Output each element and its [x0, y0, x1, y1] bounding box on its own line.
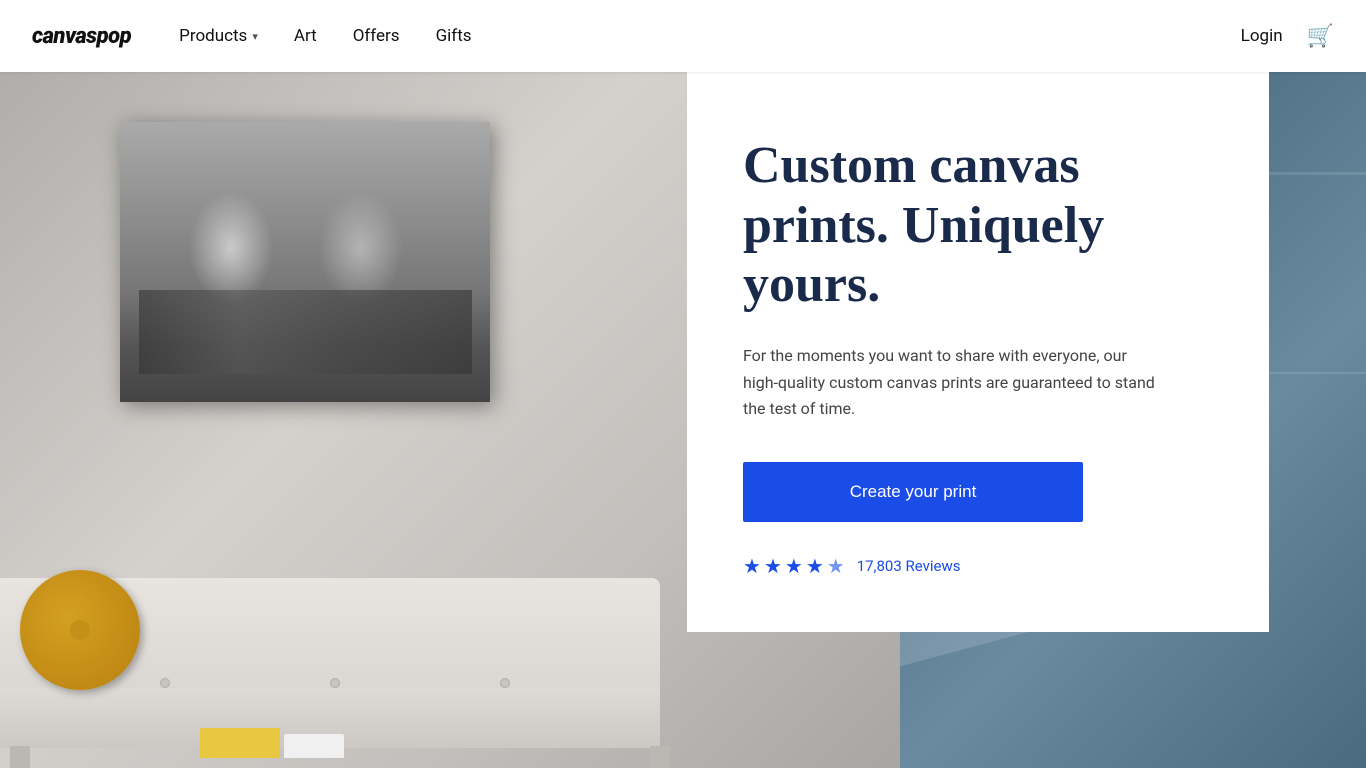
hero-section: Custom canvas prints. Uniquely yours. Fo… — [0, 0, 1366, 768]
nav-item-offers[interactable]: Offers — [353, 26, 400, 46]
reviews-link[interactable]: 17,803 Reviews — [857, 557, 961, 575]
star-4: ★ — [806, 554, 824, 578]
nav-label-offers: Offers — [353, 26, 400, 46]
sofa-detail — [500, 678, 510, 688]
header-right: Login 🛒 — [1241, 24, 1334, 49]
logo[interactable]: canvaspop — [32, 24, 131, 49]
header: canvaspop Products ▾ Art Offers Gifts Lo… — [0, 0, 1366, 72]
nav-item-products[interactable]: Products ▾ — [179, 26, 258, 46]
sofa-leg — [650, 746, 670, 768]
cart-icon[interactable]: 🛒 — [1307, 24, 1334, 49]
coffee-table-books — [200, 728, 344, 758]
star-half: ★ — [827, 554, 845, 578]
main-nav: Products ▾ Art Offers Gifts — [179, 26, 1241, 46]
sofa-detail — [160, 678, 170, 688]
nav-label-products: Products — [179, 26, 247, 46]
kids-photo — [120, 122, 490, 402]
reviews-row: ★ ★ ★ ★ ★ 17,803 Reviews — [743, 554, 1213, 578]
canvas-artwork — [120, 122, 490, 402]
nav-item-art[interactable]: Art — [294, 26, 317, 46]
star-rating: ★ ★ ★ ★ ★ — [743, 554, 845, 578]
book — [200, 728, 280, 758]
sofa-detail — [330, 678, 340, 688]
hero-description: For the moments you want to share with e… — [743, 343, 1163, 422]
nav-label-art: Art — [294, 26, 317, 46]
sofa-leg — [10, 746, 30, 768]
star-2: ★ — [764, 554, 782, 578]
hero-title: Custom canvas prints. Uniquely yours. — [743, 136, 1213, 315]
login-button[interactable]: Login — [1241, 26, 1283, 46]
book — [284, 734, 344, 758]
hero-card: Custom canvas prints. Uniquely yours. Fo… — [687, 72, 1269, 632]
chevron-down-icon: ▾ — [252, 30, 258, 43]
star-3: ★ — [785, 554, 803, 578]
wall-canvas — [120, 122, 490, 402]
nav-item-gifts[interactable]: Gifts — [436, 26, 472, 46]
create-print-button[interactable]: Create your print — [743, 462, 1083, 522]
star-1: ★ — [743, 554, 761, 578]
decorative-pillow — [20, 570, 140, 690]
nav-label-gifts: Gifts — [436, 26, 472, 46]
